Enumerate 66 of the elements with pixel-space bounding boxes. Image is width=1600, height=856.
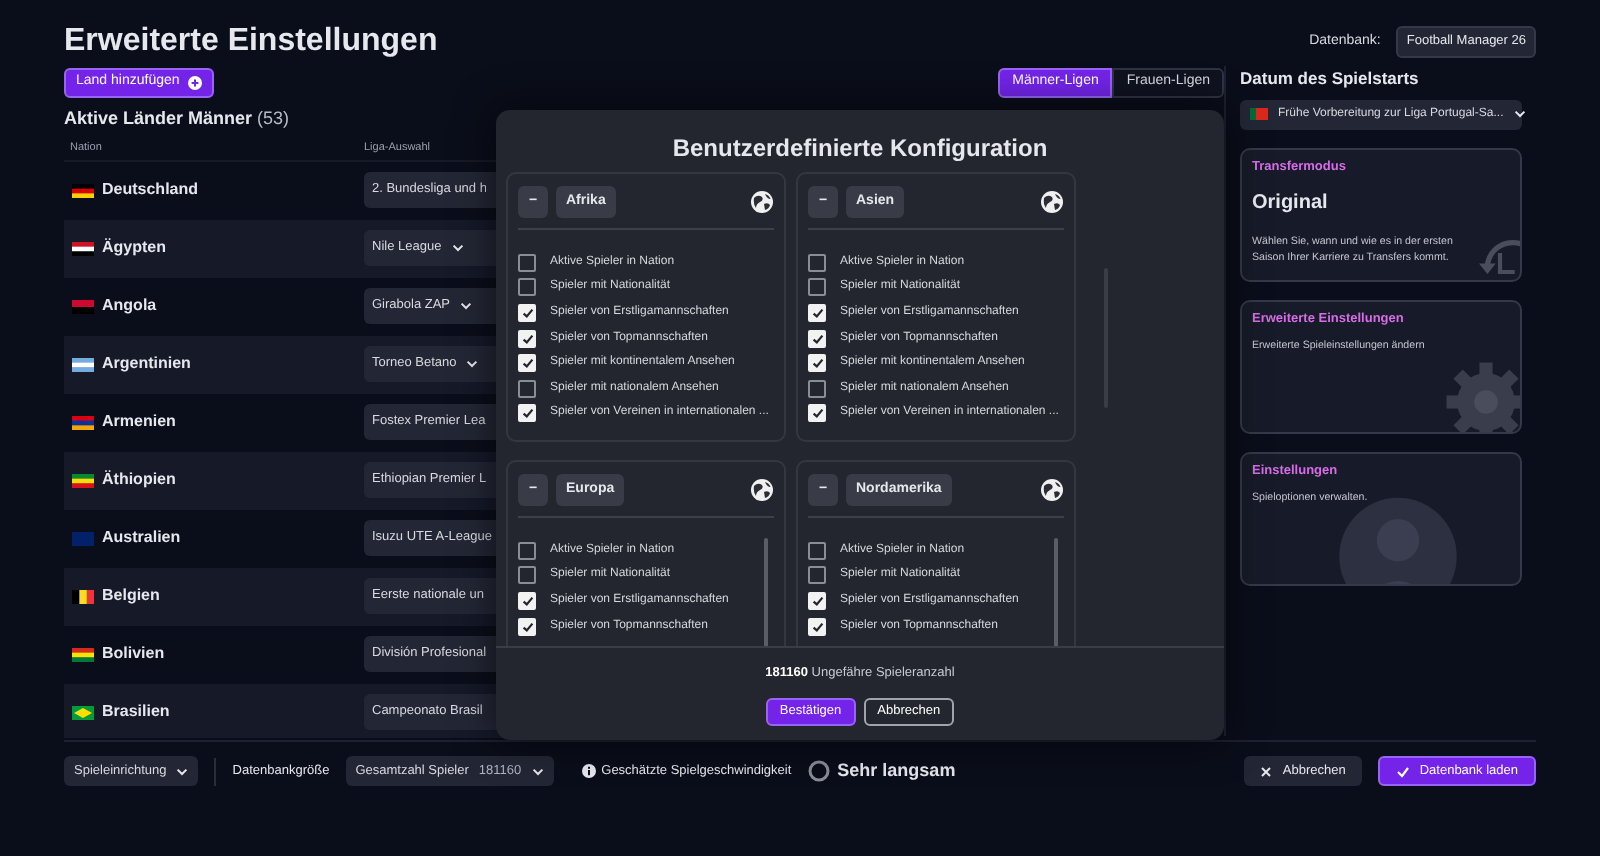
page-title: Erweiterte Einstellungen (64, 22, 440, 62)
chevron-down-icon (451, 244, 464, 252)
check-icon (521, 621, 533, 632)
globe-icon (1040, 190, 1064, 214)
flag-icon (72, 299, 94, 313)
checkbox[interactable] (518, 379, 536, 398)
check-icon (811, 408, 823, 419)
check-icon (521, 408, 533, 419)
chevron-down-icon (466, 360, 479, 368)
flag-icon (72, 357, 94, 371)
checkbox[interactable] (518, 566, 536, 585)
check-icon (521, 333, 533, 344)
flag-icon (72, 473, 94, 487)
check-icon (521, 595, 533, 606)
flag-icon (72, 241, 94, 255)
flag-icon (72, 647, 94, 661)
check-icon (811, 307, 823, 318)
section-heading: Datum des Spielstarts (1240, 66, 1421, 92)
flag-icon (72, 705, 94, 719)
country-name: Äthiopien (102, 468, 178, 492)
circle-icon (807, 760, 830, 782)
chevron-down-icon (1513, 110, 1526, 119)
chevron-down-icon (531, 767, 544, 775)
scrollbar[interactable] (1054, 538, 1058, 646)
checkbox[interactable] (808, 278, 826, 297)
country-name: Brasilien (102, 700, 172, 724)
flag-icon (72, 589, 94, 603)
scrollbar[interactable] (764, 538, 768, 646)
check-icon (1395, 765, 1410, 777)
country-name: Argentinien (102, 352, 193, 376)
flag-icon (72, 183, 94, 197)
checkbox[interactable] (808, 541, 826, 560)
country-name: Angola (102, 294, 159, 318)
card-value: Original (1252, 189, 1330, 217)
country-name: Ägypten (102, 236, 168, 260)
globe-icon (750, 478, 774, 502)
close-icon (1260, 765, 1273, 777)
globe-icon (1040, 478, 1064, 502)
checkbox[interactable] (808, 566, 826, 585)
dialog-title: Benutzerdefinierte Konfiguration (670, 132, 1050, 166)
country-name: Deutschland (102, 178, 201, 202)
speed-value: Sehr langsam (837, 757, 956, 784)
check-icon (521, 307, 533, 318)
country-name: Australien (102, 526, 183, 550)
checkbox[interactable] (518, 253, 536, 272)
chevron-down-icon (176, 767, 189, 775)
country-name: Belgien (102, 584, 162, 608)
check-icon (811, 358, 823, 369)
flag-icon (72, 531, 94, 545)
plus-circle-icon (187, 76, 202, 90)
section-heading: Aktive Länder Männer (53) (64, 106, 292, 132)
checkbox[interactable] (518, 541, 536, 560)
checkbox[interactable] (518, 278, 536, 297)
check-icon (521, 358, 533, 369)
flag-icon (1250, 108, 1268, 121)
checkbox[interactable] (808, 379, 826, 398)
country-name: Armenien (102, 410, 178, 434)
country-name: Bolivien (102, 642, 167, 666)
globe-icon (750, 190, 774, 214)
check-icon (811, 621, 823, 632)
info-icon (581, 764, 596, 778)
chevron-down-icon (460, 302, 473, 310)
flag-icon (72, 415, 94, 429)
checkbox[interactable] (808, 253, 826, 272)
check-icon (811, 595, 823, 606)
check-icon (811, 333, 823, 344)
